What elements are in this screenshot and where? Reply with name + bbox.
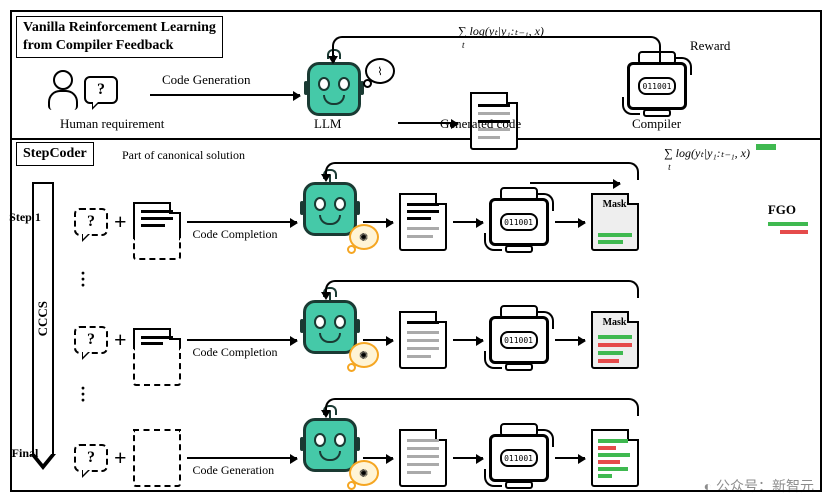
final-compiler-icon: 011001: [489, 434, 549, 482]
stepmid-compiler-icon: 011001: [489, 316, 549, 364]
final-reward-arrow: [325, 398, 639, 416]
final-label: Final: [5, 446, 45, 461]
final-arrow-label: Code Generation: [193, 463, 275, 478]
stepcoder-panel: StepCoder Part of canonical solution CCC…: [12, 140, 820, 490]
final-robot-icon: [303, 418, 357, 472]
compiler-label: Compiler: [632, 116, 681, 132]
fgo-label: FGO: [768, 202, 796, 218]
reward-arrow: [332, 36, 661, 62]
step1-partial-doc-icon: [133, 202, 181, 242]
stepcoder-title-box: StepCoder: [16, 142, 94, 166]
fgo-red-bar: [780, 230, 808, 234]
fgo-green-bar: [768, 222, 808, 226]
cccs-label: CCCS: [35, 301, 51, 336]
arrow-human-llm: [150, 94, 300, 96]
step1-dashed-doc-icon: [133, 238, 181, 260]
stepmid-dashed-doc-icon: [133, 348, 181, 386]
step1-bulb-icon: ✺: [349, 224, 379, 250]
stepmid-reward-arrow: [325, 280, 639, 298]
vanilla-title-l2: from Compiler Feedback: [23, 38, 173, 53]
reward-label: Reward: [690, 38, 730, 54]
stepmid-mask-doc-icon: Mask: [591, 311, 639, 369]
stepmid-bulb-icon: ✺: [349, 342, 379, 368]
plus-icon-2: +: [114, 327, 127, 353]
step1-output-doc-icon: [399, 193, 447, 251]
step1-robot-icon: [303, 182, 357, 236]
watermark-text: 公众号：新智元: [716, 478, 814, 494]
part-solution-label: Part of canonical solution: [122, 148, 245, 163]
wechat-icon: ◐: [704, 478, 712, 494]
step1-reward-arrow: [325, 162, 639, 180]
human-label: Human requirement: [60, 116, 164, 132]
compiler-code-pill: 011001: [638, 77, 676, 95]
human-icon: [44, 70, 78, 110]
diagram-frame: Vanilla Reinforcement Learning from Comp…: [10, 10, 822, 492]
step1-compiler-icon: 011001: [489, 198, 549, 246]
final-empty-doc-icon: [133, 429, 181, 487]
stepmid-output-doc-icon: [399, 311, 447, 369]
compiler-monitor-icon: 011001: [627, 62, 687, 110]
stepcoder-title: StepCoder: [23, 146, 87, 161]
gen-code-label: Generated code: [440, 116, 521, 132]
ellipsis-2: ···: [80, 385, 86, 403]
llm-group: [307, 62, 361, 116]
plus-icon: +: [114, 209, 127, 235]
requirement-bubble: ?: [84, 76, 118, 104]
llm-label: LLM: [314, 116, 341, 132]
step1-row: ? + Code Completion ✺: [74, 182, 639, 262]
watermark: ◐ 公众号：新智元: [704, 476, 814, 496]
question-mark-icon: ?: [97, 81, 105, 99]
ellipsis-1: ···: [80, 270, 86, 288]
cccs-arrow: CCCS: [30, 182, 56, 474]
final-bubble-icon: ?: [74, 444, 108, 472]
plus-icon-3: +: [114, 445, 127, 471]
loss-formula-bottom: ∑ log(yₜ|y₁:ₜ₋₁, x) t: [664, 146, 750, 161]
compiler-group: 011001: [627, 62, 687, 110]
step1-arrow-label: Code Completion: [193, 227, 278, 242]
vanilla-title-box: Vanilla Reinforcement Learning from Comp…: [16, 16, 223, 58]
final-row: ? + Code Generation ✺ 011001: [74, 418, 639, 498]
formula-green-bar: [756, 144, 776, 150]
stepmid-arrow-label: Code Completion: [193, 345, 278, 360]
vanilla-rl-panel: Vanilla Reinforcement Learning from Comp…: [12, 12, 820, 140]
step1-bubble-icon: ?: [74, 208, 108, 236]
stepmid-robot-icon: [303, 300, 357, 354]
human-group: ?: [44, 70, 118, 110]
final-output-doc-icon: [399, 429, 447, 487]
final-color-doc-icon: [591, 429, 639, 487]
step1-label: Step 1: [5, 210, 45, 225]
code-gen-label: Code Generation: [162, 72, 250, 88]
llm-robot-icon: [307, 62, 361, 116]
step1-mask-doc-icon: Mask: [591, 193, 639, 251]
final-bulb-icon: ✺: [349, 460, 379, 486]
vanilla-title-l1: Vanilla Reinforcement Learning: [23, 20, 216, 35]
stepmid-bubble-icon: ?: [74, 326, 108, 354]
stepmid-row: ? + Code Completion ✺: [74, 300, 639, 380]
